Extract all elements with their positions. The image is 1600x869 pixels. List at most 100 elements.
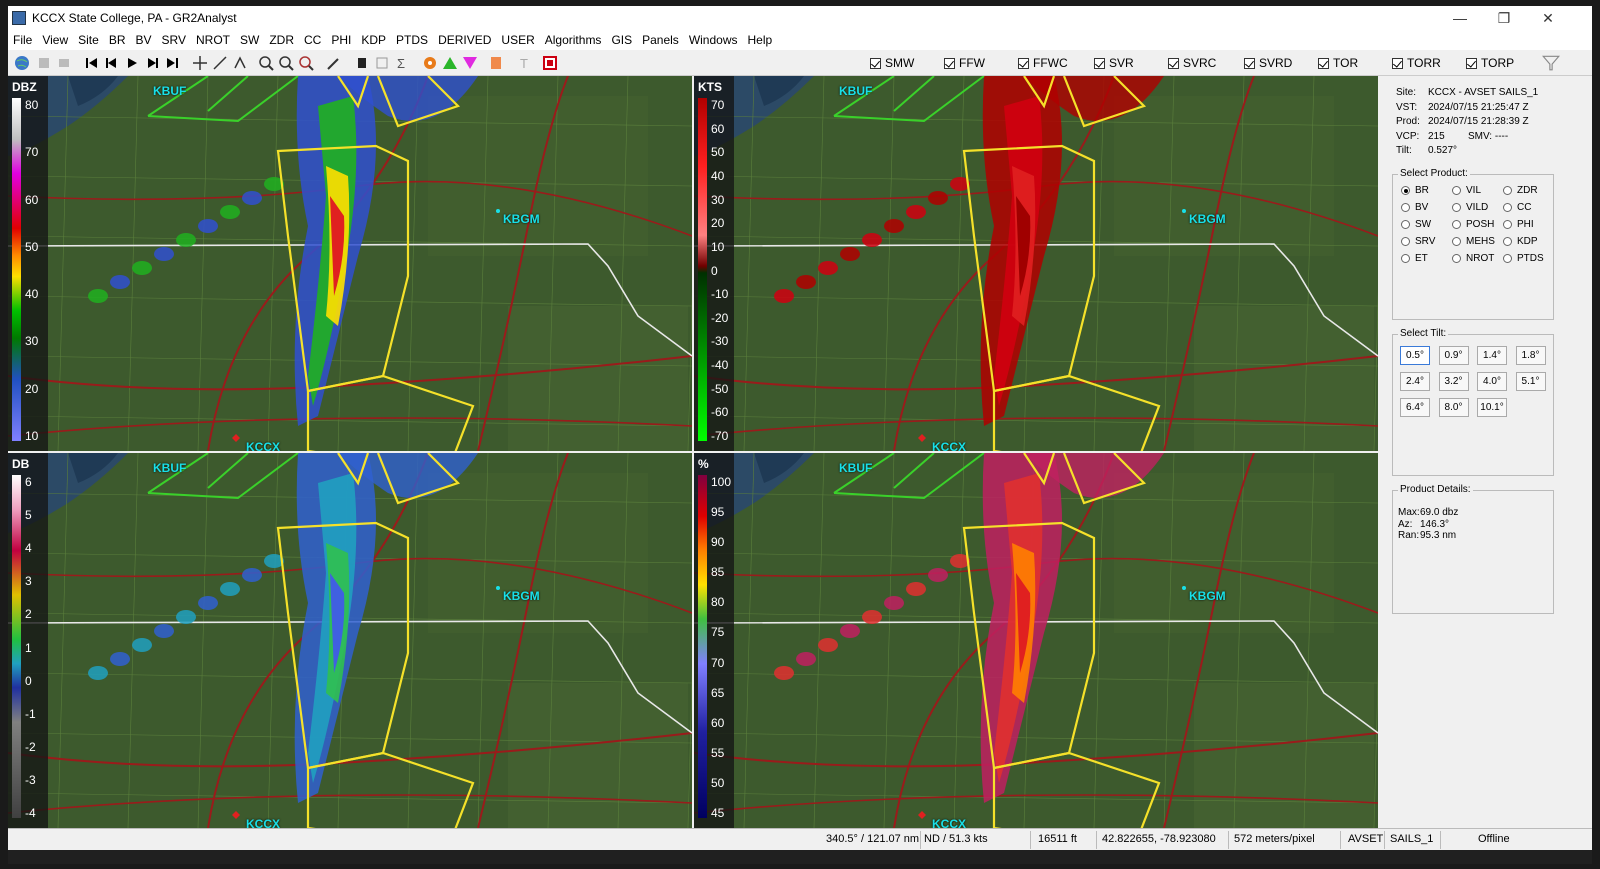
menu-item-ptds[interactable]: PTDS: [391, 33, 433, 47]
radio-icon[interactable]: [1503, 203, 1512, 212]
warning-toggle-torr[interactable]: TORR: [1392, 56, 1441, 70]
tilt-button[interactable]: 6.4°: [1400, 398, 1430, 417]
step-back-icon[interactable]: [104, 55, 120, 71]
menu-item-view[interactable]: View: [37, 33, 73, 47]
tilt-button[interactable]: 8.0°: [1438, 398, 1469, 417]
globe-icon[interactable]: [14, 55, 30, 71]
menu-item-file[interactable]: File: [8, 33, 37, 47]
checkbox-icon[interactable]: [1094, 57, 1105, 69]
sigma-icon[interactable]: Σ: [394, 55, 410, 71]
tilt-button[interactable]: 5.1°: [1515, 372, 1546, 391]
warning-toggle-tor[interactable]: TOR: [1318, 56, 1358, 70]
radar-map[interactable]: [8, 76, 692, 451]
radio-icon[interactable]: [1401, 220, 1410, 229]
menu-item-bv[interactable]: BV: [131, 33, 157, 47]
warning-toggle-svrd[interactable]: SVRD: [1244, 56, 1292, 70]
menu-item-panels[interactable]: Panels: [637, 33, 684, 47]
step-forward-icon[interactable]: [144, 55, 160, 71]
cross-section-icon[interactable]: [232, 55, 248, 71]
menu-item-phi[interactable]: PHI: [326, 33, 356, 47]
stop-icon[interactable]: [542, 55, 558, 71]
checkbox-icon[interactable]: [944, 57, 955, 69]
close-button[interactable]: ✕: [1526, 6, 1570, 30]
radio-icon[interactable]: [1401, 186, 1410, 195]
radar-panel-correlation-coefficient[interactable]: KBUF KBGM KCCX% 100 95 90 85 80 75 70 65 60 55 50 45: [694, 453, 1378, 828]
menu-item-gis[interactable]: GIS: [606, 33, 637, 47]
radar-map[interactable]: [694, 76, 1378, 451]
zoom-in-icon[interactable]: [258, 55, 274, 71]
tilt-button[interactable]: 0.9°: [1438, 346, 1469, 365]
product-radio-vil[interactable]: VIL: [1452, 185, 1481, 196]
menu-item-zdr[interactable]: ZDR: [264, 33, 299, 47]
menu-item-cc[interactable]: CC: [299, 33, 326, 47]
radio-icon[interactable]: [1503, 254, 1512, 263]
first-frame-icon[interactable]: [84, 55, 100, 71]
product-radio-ptds[interactable]: PTDS: [1503, 253, 1544, 264]
radar-panel-differential-reflectivity[interactable]: KBUF KBGM KCCX DB 6 5 4 3 2 1 0 -1 -2 -3 -4: [8, 453, 692, 828]
checkbox-icon[interactable]: [1244, 57, 1255, 69]
checkbox-icon[interactable]: [870, 57, 881, 69]
tilt-button[interactable]: 1.8°: [1515, 346, 1546, 365]
tilt-button[interactable]: 1.4°: [1477, 346, 1507, 365]
menu-item-srv[interactable]: SRV: [157, 33, 191, 47]
radio-icon[interactable]: [1503, 237, 1512, 246]
tilt-button[interactable]: 4.0°: [1477, 372, 1507, 391]
checkbox-icon[interactable]: [1318, 57, 1329, 69]
zoom-reset-icon[interactable]: [298, 55, 314, 71]
menu-item-site[interactable]: Site: [73, 33, 104, 47]
menu-item-kdp[interactable]: KDP: [356, 33, 391, 47]
zoom-out-icon[interactable]: [278, 55, 294, 71]
warning-toggle-ffwc[interactable]: FFWC: [1018, 56, 1068, 70]
filter-icon[interactable]: [1542, 54, 1560, 72]
product-radio-cc[interactable]: CC: [1503, 202, 1531, 213]
product-radio-nrot[interactable]: NROT: [1452, 253, 1494, 264]
product-radio-phi[interactable]: PHI: [1503, 219, 1534, 230]
warning-toggle-ffw[interactable]: FFW: [944, 56, 985, 70]
restore-button[interactable]: ❐: [1482, 6, 1526, 30]
product-radio-mehs[interactable]: MEHS: [1452, 236, 1495, 247]
radio-icon[interactable]: [1452, 254, 1461, 263]
checkbox-icon[interactable]: [1018, 57, 1029, 69]
triangle-up-icon[interactable]: [442, 55, 458, 71]
checkbox-icon[interactable]: [1392, 57, 1403, 69]
radio-icon[interactable]: [1452, 203, 1461, 212]
play-icon[interactable]: [124, 55, 140, 71]
product-radio-vild[interactable]: VILD: [1452, 202, 1488, 213]
product-radio-sw[interactable]: SW: [1401, 219, 1431, 230]
warning-toggle-smw[interactable]: SMW: [870, 56, 914, 70]
radio-icon[interactable]: [1401, 203, 1410, 212]
radio-icon[interactable]: [1452, 220, 1461, 229]
menu-item-algorithms[interactable]: Algorithms: [540, 33, 607, 47]
radio-icon[interactable]: [1401, 237, 1410, 246]
product-radio-bv[interactable]: BV: [1401, 202, 1428, 213]
menu-item-help[interactable]: Help: [743, 33, 778, 47]
color-table-icon[interactable]: [488, 55, 504, 71]
storm-track-icon[interactable]: [354, 55, 370, 71]
radio-icon[interactable]: [1503, 186, 1512, 195]
radio-icon[interactable]: [1452, 237, 1461, 246]
menu-item-user[interactable]: USER: [496, 33, 539, 47]
hurricane-icon[interactable]: [422, 55, 438, 71]
menu-item-derived[interactable]: DERIVED: [433, 33, 496, 47]
product-radio-zdr[interactable]: ZDR: [1503, 185, 1538, 196]
product-radio-posh[interactable]: POSH: [1452, 219, 1494, 230]
text-tool-icon[interactable]: T: [516, 55, 532, 71]
radio-icon[interactable]: [1452, 186, 1461, 195]
menu-item-nrot[interactable]: NROT: [191, 33, 235, 47]
menu-item-windows[interactable]: Windows: [684, 33, 743, 47]
probe-icon[interactable]: [326, 55, 342, 71]
menu-item-sw[interactable]: SW: [235, 33, 264, 47]
product-radio-et[interactable]: ET: [1401, 253, 1428, 264]
radio-icon[interactable]: [1401, 254, 1410, 263]
last-frame-icon[interactable]: [164, 55, 180, 71]
grid-icon[interactable]: [374, 55, 390, 71]
radar-map[interactable]: [8, 453, 692, 828]
radar-map[interactable]: [694, 453, 1378, 828]
menu-item-br[interactable]: BR: [104, 33, 131, 47]
warning-toggle-svrc[interactable]: SVRC: [1168, 56, 1216, 70]
product-radio-srv[interactable]: SRV: [1401, 236, 1435, 247]
tilt-button[interactable]: 10.1°: [1477, 398, 1507, 417]
pan-icon[interactable]: [192, 55, 208, 71]
checkbox-icon[interactable]: [1466, 57, 1477, 69]
minimize-button[interactable]: —: [1438, 6, 1482, 30]
